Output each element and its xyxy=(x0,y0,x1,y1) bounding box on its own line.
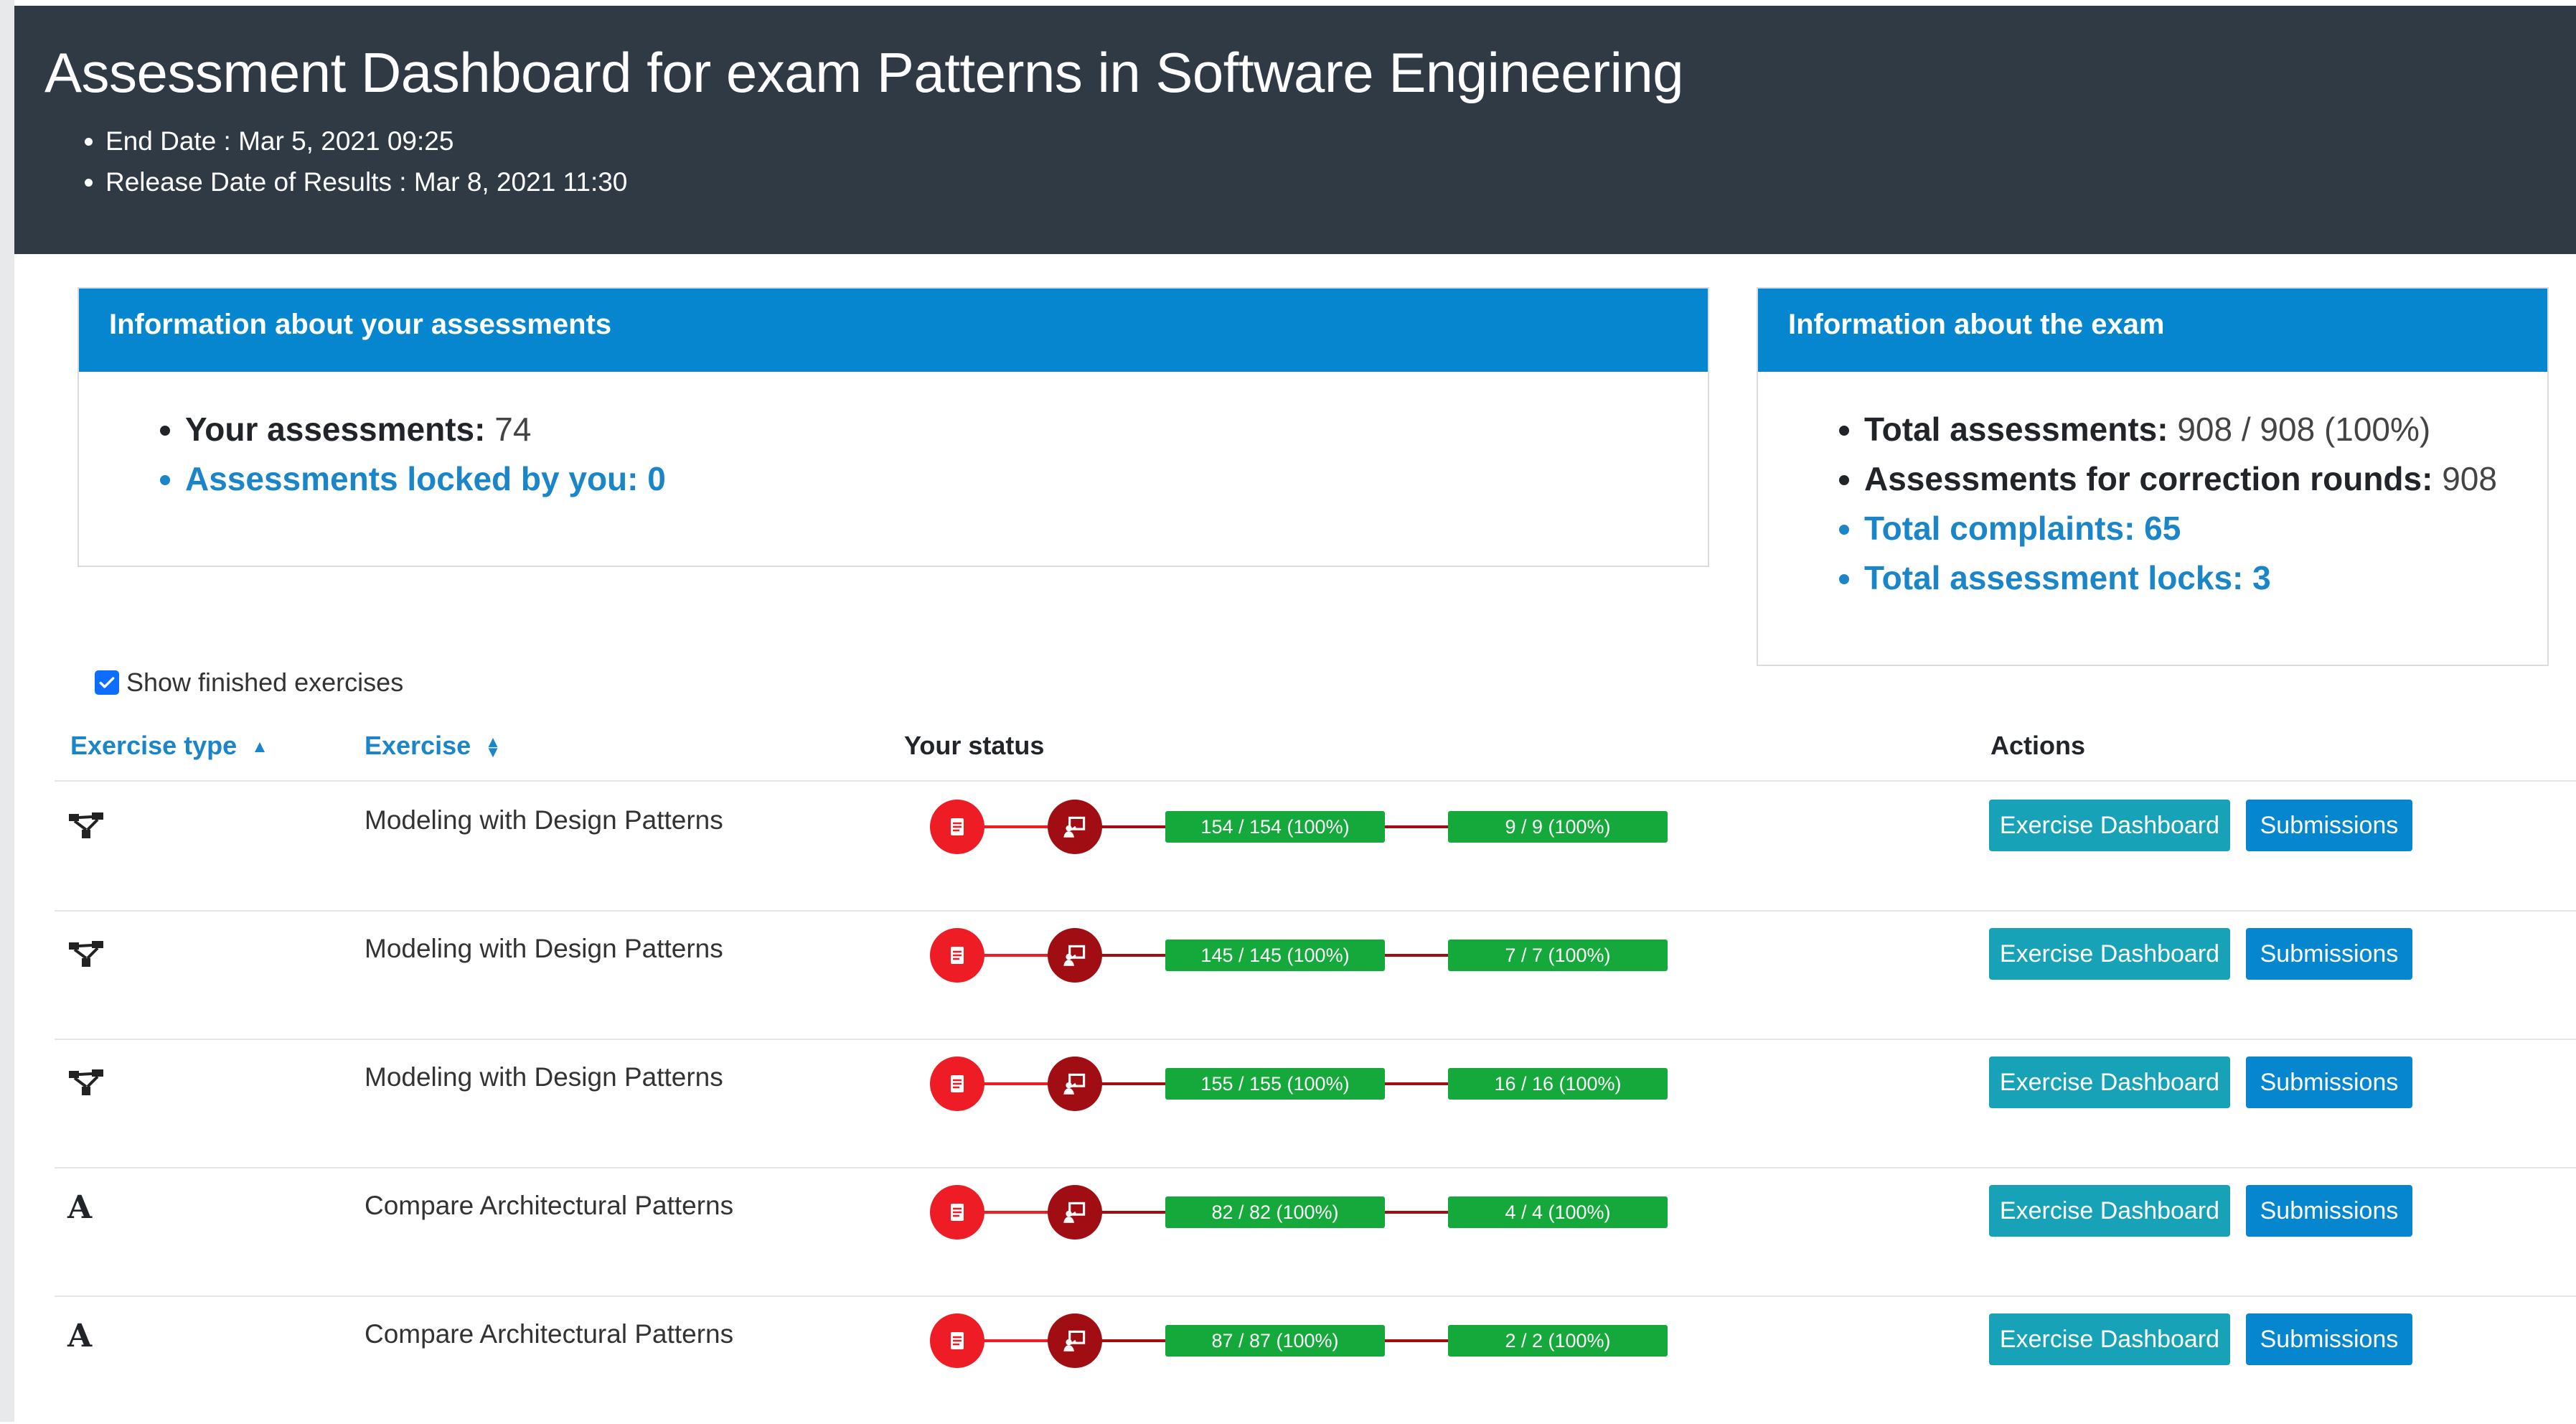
exercise-dashboard-button[interactable]: Exercise Dashboard xyxy=(1989,800,2230,851)
page-title: Assessment Dashboard for exam Patterns i… xyxy=(44,41,1684,104)
submission-step-icon xyxy=(930,800,984,854)
assessment-status: 155 / 155 (100%) 16 / 16 (100%) xyxy=(930,1055,1676,1112)
your-assessments-list: Your assessments: 74 Assessments locked … xyxy=(136,405,666,504)
your-assessments-label: Your assessments: xyxy=(185,411,486,448)
exercise-dashboard-button[interactable]: Exercise Dashboard xyxy=(1989,1313,2230,1365)
table-row: A Compare Architectural Patterns 82 / 82… xyxy=(0,1168,2576,1296)
exam-dates-list: End Date : Mar 5, 2021 09:25 Release Dat… xyxy=(73,121,627,202)
exercise-name: Modeling with Design Patterns xyxy=(365,1062,723,1092)
submissions-button[interactable]: Submissions xyxy=(2246,1057,2412,1108)
submission-step-icon xyxy=(930,928,984,983)
table-header-divider xyxy=(55,780,2576,782)
release-date: Release Date of Results : Mar 8, 2021 11… xyxy=(105,161,627,202)
correction-rounds-value: 908 xyxy=(2442,460,2497,497)
assessment-step-icon xyxy=(1048,1057,1102,1111)
correction-round-1-progress: 87 / 87 (100%) xyxy=(1165,1325,1385,1357)
your-status-header: Your status xyxy=(904,731,1045,760)
exercise-dashboard-button[interactable]: Exercise Dashboard xyxy=(1989,1057,2230,1108)
table-row: Modeling with Design Patterns 155 / 155 … xyxy=(0,1039,2576,1167)
your-assessments-card: Information about your assessments Your … xyxy=(77,287,1709,567)
assessment-status: 82 / 82 (100%) 4 / 4 (100%) xyxy=(930,1184,1676,1241)
exercise-type-header[interactable]: Exercise type ▲ xyxy=(70,731,268,761)
sort-ascending-icon: ▲ xyxy=(251,737,268,757)
exercise-name: Compare Architectural Patterns xyxy=(365,1319,734,1349)
submissions-button[interactable]: Submissions xyxy=(2246,800,2412,851)
status-connector xyxy=(1382,1082,1454,1085)
assessment-status: 154 / 154 (100%) 9 / 9 (100%) xyxy=(930,798,1676,856)
checkmark-icon xyxy=(99,677,115,688)
correction-rounds-label: Assessments for correction rounds: xyxy=(1864,460,2433,497)
modeling-diagram-icon xyxy=(69,941,103,967)
assessment-step-icon xyxy=(1048,928,1102,983)
status-connector xyxy=(1382,825,1454,828)
assessment-step-icon xyxy=(1048,1313,1102,1368)
your-assessments-value: 74 xyxy=(494,411,532,448)
locked-by-you-link[interactable]: Assessments locked by you: 0 xyxy=(185,454,666,504)
correction-round-1-progress: 154 / 154 (100%) xyxy=(1165,811,1385,843)
correction-round-1-progress: 155 / 155 (100%) xyxy=(1165,1068,1385,1100)
actions-header: Actions xyxy=(1990,731,2086,760)
total-assessments-item: Total assessments: 908 / 908 (100%) xyxy=(1864,405,2497,454)
end-date: End Date : Mar 5, 2021 09:25 xyxy=(105,121,627,161)
exercise-name: Modeling with Design Patterns xyxy=(365,934,723,963)
exercise-name: Compare Architectural Patterns xyxy=(365,1191,734,1220)
your-assessments-card-title: Information about your assessments xyxy=(79,289,1708,372)
your-assessments-item: Your assessments: 74 xyxy=(185,405,666,454)
assessment-step-icon xyxy=(1048,1185,1102,1240)
submissions-button[interactable]: Submissions xyxy=(2246,928,2412,980)
table-row: A Compare Architectural Patterns 87 / 87… xyxy=(0,1296,2576,1424)
correction-round-2-progress: 16 / 16 (100%) xyxy=(1448,1068,1668,1100)
submission-step-icon xyxy=(930,1313,984,1368)
show-finished-toggle[interactable]: Show finished exercises xyxy=(95,668,403,698)
status-connector xyxy=(1382,954,1454,957)
exercise-name: Modeling with Design Patterns xyxy=(365,805,723,835)
exercise-header-label: Exercise xyxy=(365,731,471,760)
modeling-diagram-icon xyxy=(69,812,103,838)
correction-rounds-item: Assessments for correction rounds: 908 xyxy=(1864,454,2497,504)
total-complaints-link[interactable]: Total complaints: 65 xyxy=(1864,504,2497,553)
total-locks-link[interactable]: Total assessment locks: 3 xyxy=(1864,553,2497,603)
text-exercise-icon: A xyxy=(67,1189,93,1226)
exam-info-list: Total assessments: 908 / 908 (100%) Asse… xyxy=(1815,405,2497,603)
correction-round-2-progress: 7 / 7 (100%) xyxy=(1448,940,1668,971)
exam-info-card: Information about the exam Total assessm… xyxy=(1757,287,2549,666)
status-connector xyxy=(1382,1339,1454,1342)
submissions-button[interactable]: Submissions xyxy=(2246,1185,2412,1237)
assessment-status: 87 / 87 (100%) 2 / 2 (100%) xyxy=(930,1312,1676,1369)
table-row: Modeling with Design Patterns 145 / 145 … xyxy=(0,911,2576,1039)
page-header: Assessment Dashboard for exam Patterns i… xyxy=(14,6,2576,254)
correction-round-2-progress: 9 / 9 (100%) xyxy=(1448,811,1668,843)
exercise-dashboard-button[interactable]: Exercise Dashboard xyxy=(1989,928,2230,980)
text-exercise-icon: A xyxy=(67,1318,93,1354)
exam-info-card-title: Information about the exam xyxy=(1758,289,2547,372)
submissions-button[interactable]: Submissions xyxy=(2246,1313,2412,1365)
correction-round-2-progress: 2 / 2 (100%) xyxy=(1448,1325,1668,1357)
exercise-dashboard-button[interactable]: Exercise Dashboard xyxy=(1989,1185,2230,1237)
sort-both-icon: ▲ ▼ xyxy=(485,733,501,762)
correction-round-2-progress: 4 / 4 (100%) xyxy=(1448,1196,1668,1228)
status-connector xyxy=(1382,1211,1454,1214)
total-assessments-label: Total assessments: xyxy=(1864,411,2168,448)
exercise-type-header-label: Exercise type xyxy=(70,731,238,760)
assessment-step-icon xyxy=(1048,800,1102,854)
table-row: Modeling with Design Patterns 154 / 154 … xyxy=(0,782,2576,910)
submission-step-icon xyxy=(930,1057,984,1111)
assessment-status: 145 / 145 (100%) 7 / 7 (100%) xyxy=(930,927,1676,984)
submission-step-icon xyxy=(930,1185,984,1240)
show-finished-checkbox[interactable] xyxy=(95,670,119,695)
show-finished-label: Show finished exercises xyxy=(126,668,404,697)
total-assessments-value: 908 / 908 (100%) xyxy=(2177,411,2431,448)
correction-round-1-progress: 82 / 82 (100%) xyxy=(1165,1196,1385,1228)
exercise-header[interactable]: Exercise ▲ ▼ xyxy=(365,731,501,761)
correction-round-1-progress: 145 / 145 (100%) xyxy=(1165,940,1385,971)
modeling-diagram-icon xyxy=(69,1069,103,1095)
